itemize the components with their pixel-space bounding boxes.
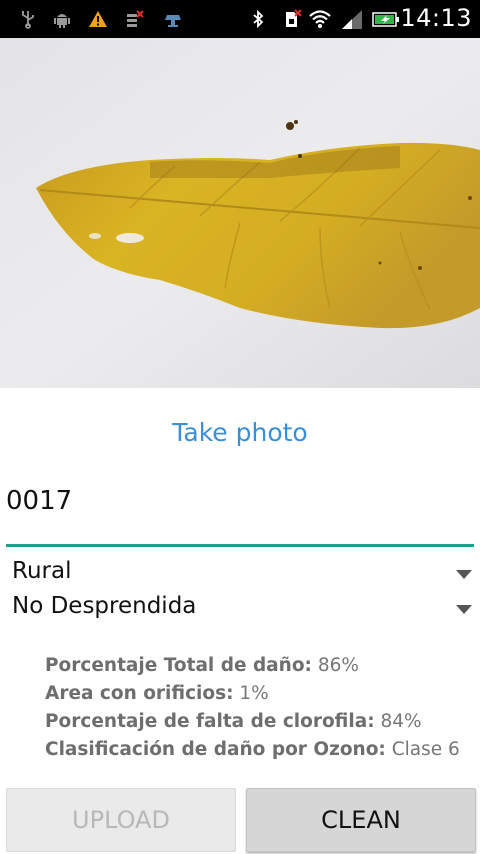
state-spinner-value: No Desprendida [12,593,197,619]
signal-icon [340,9,364,29]
warning-icon [88,9,108,29]
android-debug-icon [52,9,72,29]
result-label: Area con orificios: [45,683,234,704]
wifi-icon [308,9,332,29]
sim-error-icon [282,9,302,29]
dropdown-arrow-icon [456,570,472,579]
upload-button[interactable]: UPLOAD [6,788,236,852]
status-bar: 14:13 [0,0,480,38]
clean-button[interactable]: CLEAN [246,788,476,852]
take-photo-button[interactable]: Take photo [0,418,480,447]
result-value: 86% [317,655,359,676]
leaf-photo [0,38,480,388]
zone-spinner[interactable]: Rural [12,558,474,592]
result-value: Clase 6 [391,739,460,760]
result-value: 84% [380,711,422,732]
clock: 14:13 [400,4,472,32]
result-holes-area: Area con orificios: 1% [45,680,475,708]
bluetooth-icon [248,9,268,29]
sample-id-value: 0017 [6,486,73,516]
sample-id-field[interactable]: 0017 [6,482,474,548]
results-panel: Porcentaje Total de daño: 86% Area con o… [45,652,475,764]
screen-icon [163,9,183,29]
usb-icon [18,9,38,29]
dropdown-arrow-icon [456,605,472,614]
battery-charging-icon [372,9,400,29]
zone-spinner-value: Rural [12,558,72,584]
result-value: 1% [239,683,269,704]
no-sim-icon [124,9,144,29]
result-label: Clasificación de daño por Ozono: [45,739,386,760]
result-label: Porcentaje Total de daño: [45,655,312,676]
field-underline [6,544,474,547]
result-label: Porcentaje de falta de clorofila: [45,711,375,732]
result-ozone-class: Clasificación de daño por Ozono: Clase 6 [45,736,475,764]
result-total-damage: Porcentaje Total de daño: 86% [45,652,475,680]
result-chlorophyll-loss: Porcentaje de falta de clorofila: 84% [45,708,475,736]
state-spinner[interactable]: No Desprendida [12,593,474,627]
